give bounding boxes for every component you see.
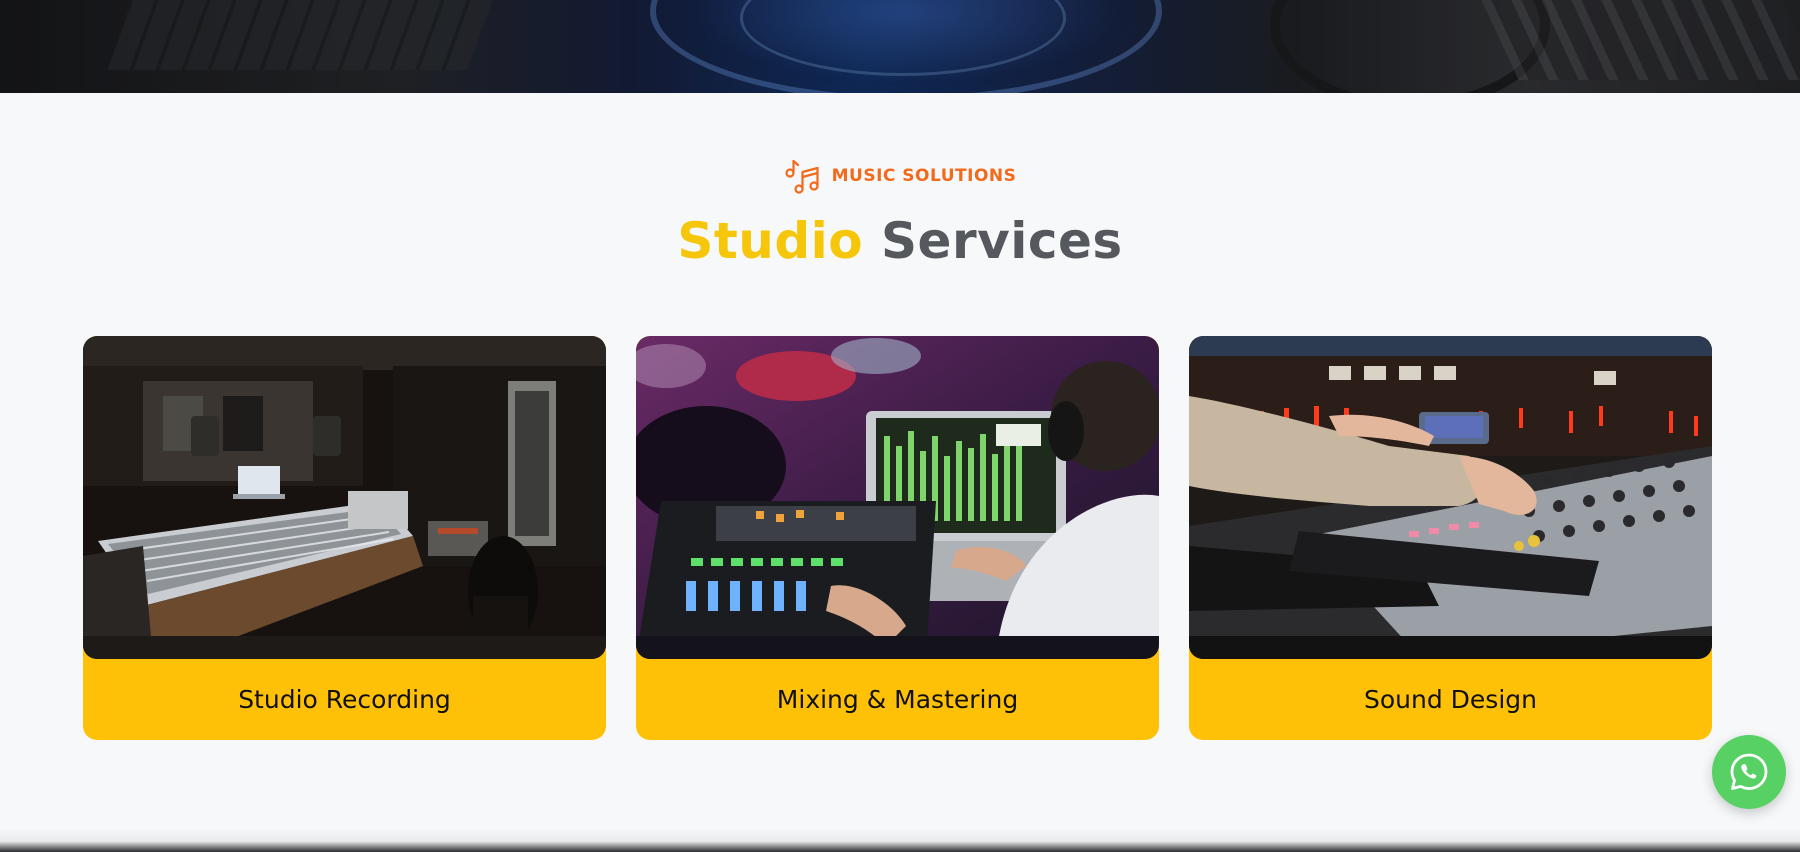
heading-rest-word: Services: [881, 212, 1123, 270]
hero-banner-image: [0, 0, 1800, 93]
next-section-edge: [0, 828, 1800, 852]
eyebrow-label: MUSIC SOLUTIONS: [831, 166, 1017, 186]
sound-design-image: [1189, 336, 1712, 659]
service-card-title: Studio Recording: [238, 685, 451, 714]
music-notes-icon: [785, 159, 819, 194]
section-heading: Studio Services: [0, 212, 1800, 270]
service-card-mixing-mastering[interactable]: Mixing & Mastering: [636, 336, 1159, 740]
service-card-title: Mixing & Mastering: [776, 685, 1019, 714]
whatsapp-icon: [1730, 753, 1768, 790]
service-card-sound-design[interactable]: Sound Design: [1189, 336, 1712, 740]
service-card-studio-recording[interactable]: Studio Recording: [83, 336, 606, 740]
section-eyebrow: MUSIC SOLUTIONS: [0, 158, 1800, 194]
heading-accent-word: Studio: [677, 212, 864, 270]
studio-recording-image: [83, 336, 606, 659]
service-card-title: Sound Design: [1364, 685, 1537, 714]
whatsapp-chat-button[interactable]: [1712, 735, 1786, 809]
mixing-mastering-image: [636, 336, 1159, 659]
